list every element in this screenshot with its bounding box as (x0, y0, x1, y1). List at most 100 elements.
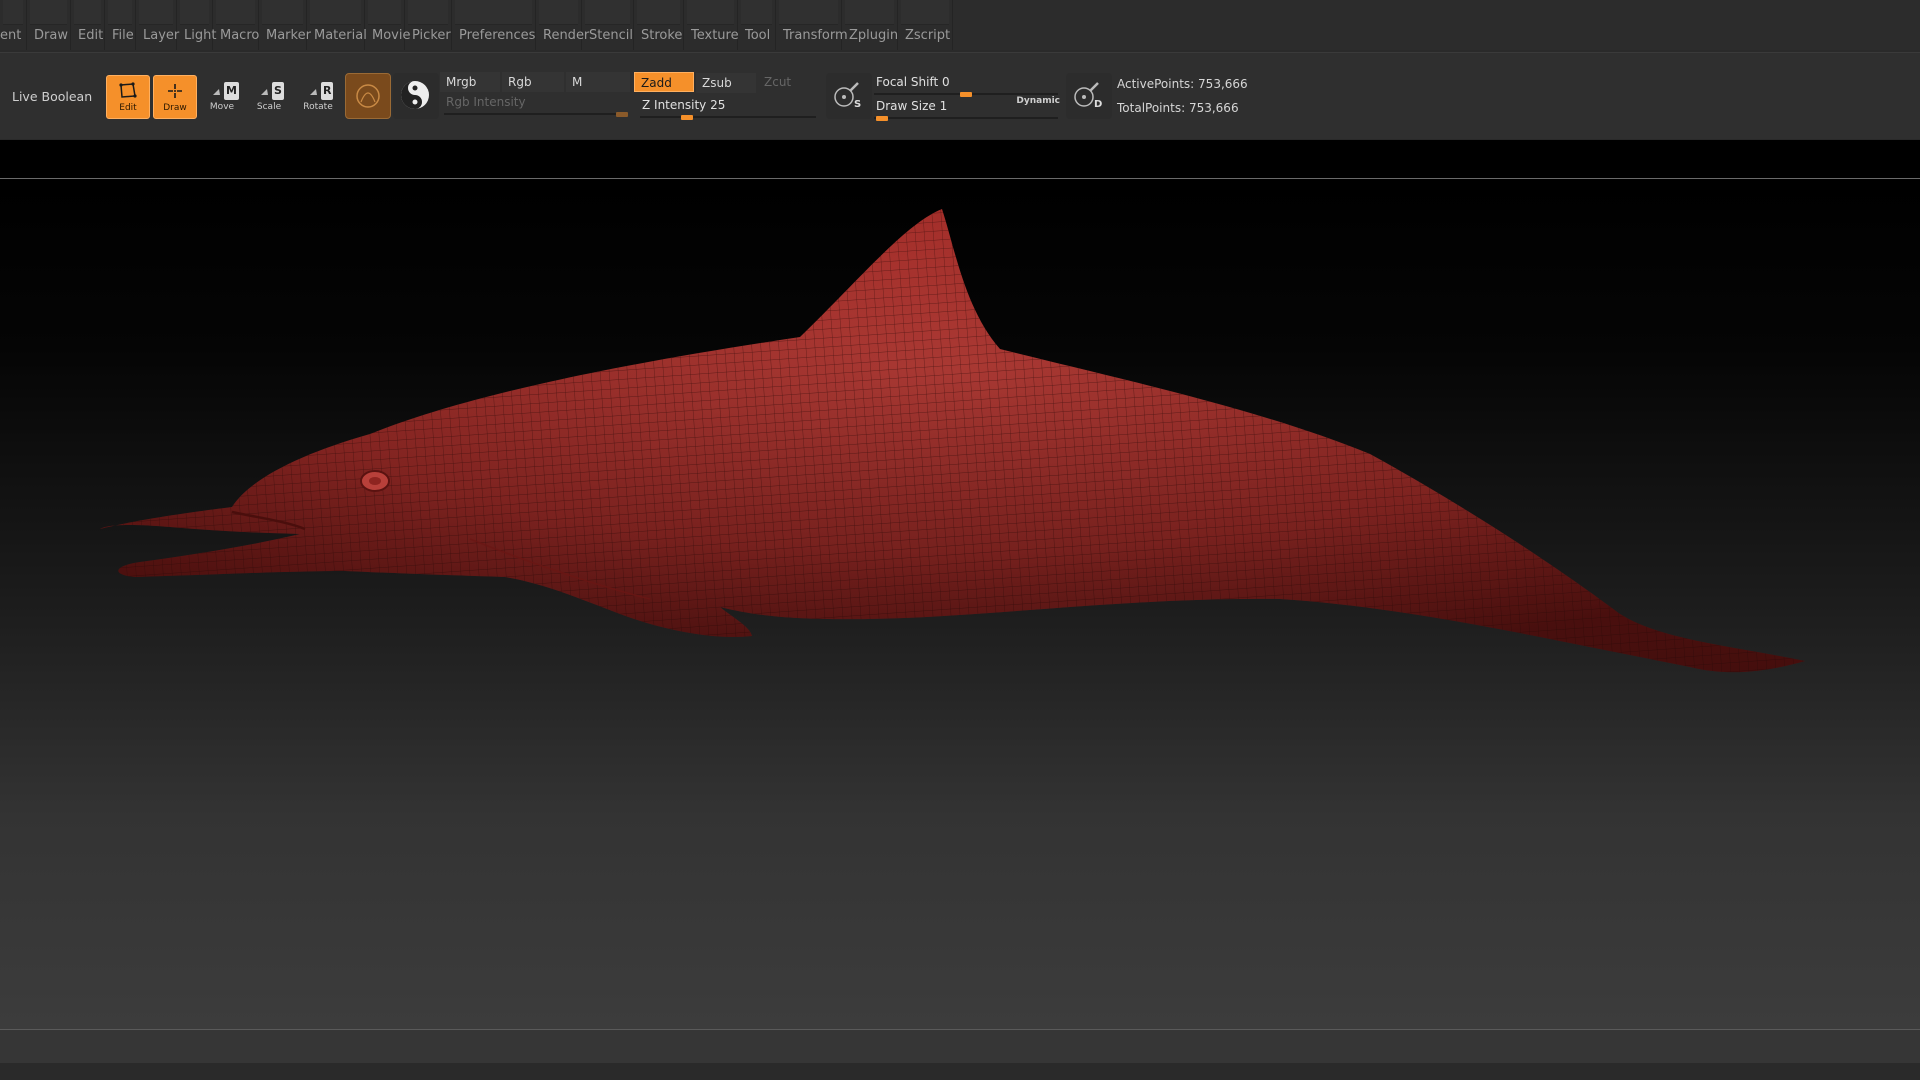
menu-item-macro[interactable]: Macro (213, 0, 259, 50)
bottom-edge (0, 1063, 1920, 1080)
menu-item-stencil[interactable]: Stencil (582, 0, 634, 50)
menu-item-zplugin[interactable]: Zplugin (842, 0, 898, 50)
total-points: TotalPoints: 753,666 (1117, 101, 1239, 115)
z-intensity-knob[interactable] (681, 115, 693, 120)
menu-item-label: File (112, 28, 134, 43)
rgb-label: Rgb (508, 75, 532, 89)
menu-item-material[interactable]: Material (307, 0, 367, 50)
rotate-badge: R (321, 82, 334, 100)
edit-icon (107, 82, 149, 104)
rgb-intensity-knob[interactable] (616, 112, 628, 117)
dolphin-mesh[interactable] (100, 209, 1805, 673)
menu-item-movie[interactable]: Movie (365, 0, 410, 50)
rgb-intensity-label: Rgb Intensity (446, 95, 526, 109)
scale-badge: S (272, 82, 284, 100)
menu-item-preferences[interactable]: Preferences (452, 0, 536, 50)
edit-label: Edit (119, 103, 137, 113)
z-intensity-track (640, 116, 816, 118)
material-button[interactable] (345, 73, 391, 119)
menu-item-label: Transform (783, 28, 848, 43)
bottom-tray (0, 1029, 1920, 1064)
draw-brush-button[interactable]: D (1066, 73, 1112, 119)
menu-item-label: Zplugin (849, 28, 899, 43)
material-icon (356, 84, 380, 108)
scale-button[interactable]: S Scale (247, 75, 291, 119)
menu-item-label: Edit (78, 28, 104, 43)
draw-size-slider[interactable]: Draw Size 1 Dynamic (870, 96, 1062, 122)
zcut-button[interactable]: Zcut (758, 72, 818, 92)
dolphin-eye-pupil (369, 477, 381, 485)
move-button[interactable]: M Move (200, 75, 244, 119)
focal-shift-label: Focal Shift 0 (876, 75, 950, 89)
menu-item-tool[interactable]: Tool (738, 0, 776, 50)
rotate-label: Rotate (303, 102, 333, 112)
menu-item-file[interactable]: File (105, 0, 136, 50)
svg-text:S: S (854, 99, 861, 110)
zcut-label: Zcut (764, 75, 792, 89)
rgb-intensity-track (444, 113, 628, 115)
rotate-icon: R (296, 81, 340, 103)
zadd-button[interactable]: Zadd (634, 72, 694, 92)
menu-item-label: Tool (745, 28, 771, 43)
draw-size-track (874, 117, 1058, 119)
menu-item-texture[interactable]: Texture (684, 0, 739, 50)
m-button[interactable]: M (566, 72, 630, 92)
menu-item-edit[interactable]: Edit (71, 0, 105, 50)
live-boolean-button[interactable]: Live Boolean (12, 89, 92, 104)
menu-item-label: Marker (266, 28, 311, 43)
focal-shift-knob[interactable] (960, 92, 972, 97)
document-header-strip (0, 140, 1920, 179)
focal-shift-slider[interactable]: Focal Shift 0 (870, 74, 1062, 98)
menu-item-label: Preferences (459, 28, 536, 43)
mrgb-button[interactable]: Mrgb (440, 72, 500, 92)
zsub-button[interactable]: Zsub (696, 73, 756, 93)
rotate-button[interactable]: R Rotate (296, 75, 340, 119)
svg-text:D: D (1094, 99, 1102, 110)
menu-item-stroke[interactable]: Stroke (634, 0, 684, 50)
viewport-canvas[interactable] (0, 179, 1920, 1029)
menu-item-layer[interactable]: Layer (136, 0, 180, 50)
menu-item-zscript[interactable]: Zscript (898, 0, 953, 50)
rgb-button[interactable]: Rgb (502, 72, 564, 92)
z-intensity-value: 25 (710, 98, 726, 112)
focal-shift-text: Focal Shift (876, 75, 939, 89)
zsub-label: Zsub (702, 76, 732, 90)
live-boolean-label: Live Boolean (12, 89, 93, 104)
draw-button[interactable]: Draw (153, 75, 197, 119)
menu-item-label: Zscript (905, 28, 951, 43)
color-picker-button[interactable] (393, 73, 439, 119)
edit-button[interactable]: Edit (106, 75, 150, 119)
draw-size-text: Draw Size (876, 99, 936, 113)
total-points-label: TotalPoints: (1117, 101, 1186, 115)
z-intensity-text: Z Intensity (642, 98, 707, 112)
menu-item-label: Stencil (589, 28, 633, 43)
menu-item-marker[interactable]: Marker (259, 0, 311, 50)
menu-item-draw[interactable]: Draw (27, 0, 71, 50)
menu-item-ent[interactable]: ent (0, 0, 27, 50)
move-badge: M (224, 82, 239, 100)
mrgb-label: Mrgb (446, 75, 477, 89)
menu-item-label: Layer (143, 28, 180, 43)
menu-item-render[interactable]: Render (536, 0, 589, 50)
z-intensity-slider[interactable]: Z Intensity 25 (636, 97, 820, 121)
dynamic-toggle[interactable]: Dynamic (1016, 96, 1060, 106)
menu-item-label: Texture (691, 28, 739, 43)
rgb-intensity-slider[interactable]: Rgb Intensity (440, 94, 632, 118)
draw-size-knob[interactable] (876, 116, 888, 121)
menu-item-label: Stroke (641, 28, 683, 43)
menu-item-picker[interactable]: Picker (405, 0, 452, 50)
menu-bar: ent Draw Edit File Layer Light Macro Marker Mate… (0, 0, 1920, 50)
menu-item-transform[interactable]: Transform (776, 0, 848, 50)
draw-icon (154, 82, 196, 104)
viewport-svg (100, 209, 1805, 673)
move-label: Move (209, 102, 235, 112)
scale-label: Scale (256, 102, 282, 112)
menu-item-label: Macro (220, 28, 260, 43)
active-points: ActivePoints: 753,666 (1117, 77, 1248, 91)
menu-item-light[interactable]: Light (177, 0, 216, 50)
stroke-brush-button[interactable]: S (826, 73, 872, 119)
total-points-value: 753,666 (1188, 101, 1239, 115)
brush-s-icon: S (834, 82, 861, 110)
draw-size-value: 1 (939, 99, 948, 113)
menu-item-label: Draw (34, 28, 68, 43)
